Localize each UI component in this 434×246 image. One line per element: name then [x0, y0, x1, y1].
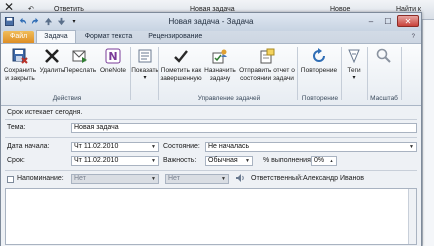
recurrence-button[interactable]: Повторение: [299, 47, 339, 75]
vertical-scrollbar[interactable]: [408, 189, 416, 244]
minimize-icon[interactable]: –: [363, 15, 379, 27]
chevron-down-icon[interactable]: ▼: [407, 143, 416, 151]
percent-complete-stepper[interactable]: 0% ▲: [311, 156, 337, 166]
assign-task-icon: [211, 47, 229, 65]
group-separator: [341, 47, 342, 100]
status-label: Состояние:: [163, 143, 200, 150]
maximize-icon[interactable]: ☐: [380, 15, 396, 27]
show-button[interactable]: Показать ▾: [131, 47, 159, 82]
tags-dropdown-icon: ▾: [352, 74, 356, 81]
chevron-down-icon[interactable]: ▼: [149, 143, 158, 151]
assign-task-button[interactable]: Назначить задачу: [203, 47, 237, 82]
forward-icon: [71, 47, 89, 65]
priority-select[interactable]: Обычная ▼: [205, 156, 253, 166]
delete-icon: [43, 47, 61, 65]
ribbon: Сохранить и закрыть Удалить Переслать N …: [1, 44, 421, 106]
show-icon: [136, 47, 154, 65]
window-controls: – ☐ ✕: [363, 15, 419, 27]
tab-task[interactable]: Задача: [36, 30, 76, 43]
onenote-button[interactable]: N OneNote: [99, 47, 127, 75]
mark-complete-button[interactable]: Пометить как завершенную: [160, 47, 202, 82]
recurrence-icon: [310, 47, 328, 65]
priority-label: Важность:: [163, 157, 197, 164]
reminder-date-field[interactable]: Нет ▼: [71, 174, 159, 184]
start-date-label: Дата начала:: [7, 143, 50, 150]
onenote-icon: N: [104, 47, 122, 65]
divider: [5, 170, 417, 171]
group-separator: [367, 47, 368, 100]
tab-format-text[interactable]: Формат текста: [78, 31, 140, 43]
chevron-down-icon[interactable]: ▼: [149, 175, 158, 183]
chevron-down-icon[interactable]: ▼: [243, 157, 252, 165]
save-close-button[interactable]: Сохранить и закрыть: [4, 47, 36, 82]
checkmark-icon: [172, 47, 190, 65]
tab-review[interactable]: Рецензирование: [141, 31, 209, 43]
group-actions-label: Действия: [52, 95, 82, 102]
window-title: Новая задача - Задача: [168, 17, 254, 26]
forward-button[interactable]: Переслать: [64, 47, 96, 75]
chevron-down-icon[interactable]: ▼: [219, 175, 228, 183]
reminder-checkbox[interactable]: [7, 176, 14, 183]
group-zoom-label: Масштаб: [370, 95, 398, 102]
close-icon[interactable]: ✕: [397, 15, 419, 27]
background-panel: [422, 20, 434, 246]
due-notice: Срок истекает сегодня.: [7, 109, 83, 116]
zoom-button[interactable]: [369, 47, 399, 67]
task-window: ▾ Новая задача - Задача – ☐ ✕ Файл Задач…: [0, 12, 422, 246]
owner-label: Ответственный:: [251, 175, 303, 182]
chevron-down-icon[interactable]: ▼: [149, 157, 158, 165]
status-report-icon: [258, 47, 276, 65]
subject-label: Тема:: [7, 124, 26, 131]
tab-file[interactable]: Файл: [3, 31, 35, 43]
due-date-label: Срок:: [7, 157, 25, 164]
status-select[interactable]: Не началась ▼: [205, 142, 417, 152]
show-dropdown-icon: ▾: [143, 74, 147, 81]
tag-icon: [345, 47, 363, 65]
percent-complete-label: % выполнения:: [263, 157, 313, 164]
group-recurrence-label: Повторение: [301, 95, 339, 102]
magnifier-icon: [375, 47, 393, 65]
ribbon-tabs: Файл Задача Формат текста Рецензирование…: [1, 30, 421, 44]
group-manage-label: Управление задачей: [197, 95, 261, 102]
save-close-icon: [11, 47, 29, 65]
sound-icon[interactable]: [235, 173, 245, 183]
task-form: Срок истекает сегодня. Тема: Новая задач…: [1, 106, 421, 246]
reminder-time-field[interactable]: Нет ▼: [165, 174, 229, 184]
divider: [5, 137, 417, 138]
spin-arrows-icon[interactable]: ▲: [327, 157, 336, 165]
task-body-editor[interactable]: [5, 188, 417, 245]
divider: [5, 119, 417, 120]
start-date-field[interactable]: Чт 11.02.2010 ▼: [71, 142, 159, 152]
title-bar: ▾ Новая задача - Задача – ☐ ✕: [1, 13, 421, 31]
subject-input[interactable]: Новая задача: [71, 123, 417, 133]
send-status-report-button[interactable]: Отправить отчет о состоянии задачи: [239, 47, 295, 82]
help-icon[interactable]: ?: [412, 31, 415, 43]
tags-button[interactable]: Теги ▾: [343, 47, 365, 82]
group-separator: [158, 47, 159, 100]
due-date-field[interactable]: Чт 11.02.2010 ▼: [71, 156, 159, 166]
reminder-label: Напоминание:: [17, 175, 64, 182]
group-separator: [297, 47, 298, 100]
owner-value: Александр Иванов: [303, 175, 365, 182]
delete-button[interactable]: Удалить: [39, 47, 65, 75]
svg-text:N: N: [108, 50, 117, 63]
group-separator: [401, 47, 402, 100]
